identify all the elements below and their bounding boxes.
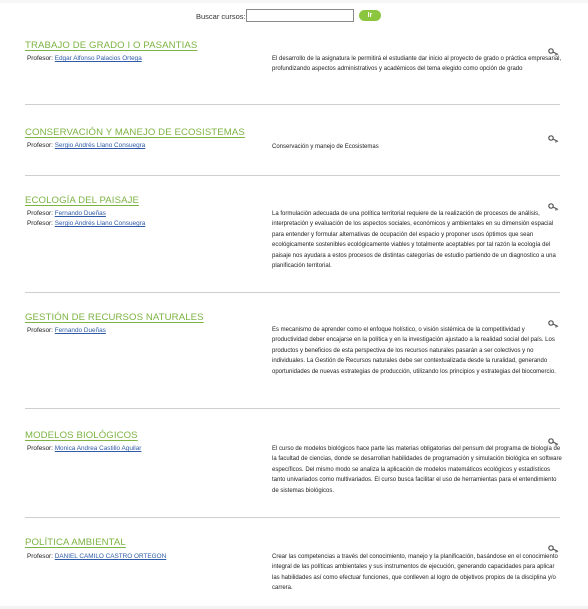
professor-link[interactable]: Fernando Dueñas <box>55 210 106 217</box>
course-professor: Profesor: Fernando Dueñas <box>27 327 106 334</box>
course-professor: Profesor: DANIEL CAMILO CASTRO ORTEGON <box>27 553 166 560</box>
course-summary: El desarrollo de la asignatura le permit… <box>272 56 562 73</box>
course-summary: El curso de modelos biológicos hace part… <box>272 446 562 494</box>
course-title-link[interactable]: POLÍTICA AMBIENTAL <box>25 537 126 548</box>
course-divider <box>25 408 560 409</box>
search-go-button[interactable]: Ir <box>359 10 381 21</box>
course-search-bar: Buscar cursos: Ir <box>0 9 588 25</box>
professor-label: Profesor: <box>27 142 53 149</box>
key-icon[interactable] <box>548 433 559 446</box>
course-professor: Profesor: Monica Andrea Castillo Aguilar <box>27 445 141 452</box>
course-divider <box>25 517 560 518</box>
course-summary: Crear las competencias a través del cono… <box>272 554 558 592</box>
search-input[interactable] <box>246 9 354 22</box>
top-edge <box>0 0 588 3</box>
course-title-link[interactable]: GESTIÓN DE RECURSOS NATURALES <box>25 312 204 323</box>
search-label: Buscar cursos: <box>196 12 246 21</box>
key-icon[interactable] <box>548 43 559 56</box>
key-icon[interactable] <box>548 198 559 211</box>
course-professor: Profesor: Sergio Andrés Llano Consuegra <box>27 220 145 227</box>
course-professor: Profesor: Edgar Alfonso Palacios Ortega <box>27 55 142 62</box>
professor-label: Profesor: <box>27 553 53 560</box>
professor-link[interactable]: Sergio Andrés Llano Consuegra <box>55 142 146 149</box>
professor-link[interactable]: DANIEL CAMILO CASTRO ORTEGON <box>55 553 167 560</box>
course-title-link[interactable]: CONSERVACIÓN Y MANEJO DE ECOSISTEMAS <box>25 127 245 138</box>
course-summary: Es mecanismo de aprender como el enfoque… <box>272 327 556 375</box>
course-divider <box>25 104 560 105</box>
professor-link[interactable]: Fernando Dueñas <box>55 327 106 334</box>
professor-label: Profesor: <box>27 445 53 452</box>
course-professor: Profesor: Fernando Dueñas <box>27 210 106 217</box>
professor-link[interactable]: Sergio Andrés Llano Consuegra <box>55 220 146 227</box>
professor-label: Profesor: <box>27 55 53 62</box>
course-title-link[interactable]: TRABAJO DE GRADO I O PASANTIAS <box>25 40 197 51</box>
course-divider <box>25 292 560 293</box>
professor-label: Profesor: <box>27 220 53 227</box>
course-divider <box>25 175 560 176</box>
professor-label: Profesor: <box>27 210 53 217</box>
professor-link[interactable]: Edgar Alfonso Palacios Ortega <box>55 55 142 62</box>
course-summary: La formulación adecuada de una política … <box>272 211 556 270</box>
professor-label: Profesor: <box>27 327 53 334</box>
key-icon[interactable] <box>548 315 559 328</box>
professor-link[interactable]: Monica Andrea Castillo Aguilar <box>55 445 142 452</box>
course-summary: Conservación y manejo de Ecosistemas <box>272 144 379 150</box>
key-icon[interactable] <box>548 130 559 143</box>
course-title-link[interactable]: MODELOS BIOLÓGICOS <box>25 430 138 441</box>
key-icon[interactable] <box>548 540 559 553</box>
course-title-link[interactable]: ECOLOGÍA DEL PAISAJE <box>25 195 139 206</box>
course-professor: Profesor: Sergio Andrés Llano Consuegra <box>27 142 145 149</box>
